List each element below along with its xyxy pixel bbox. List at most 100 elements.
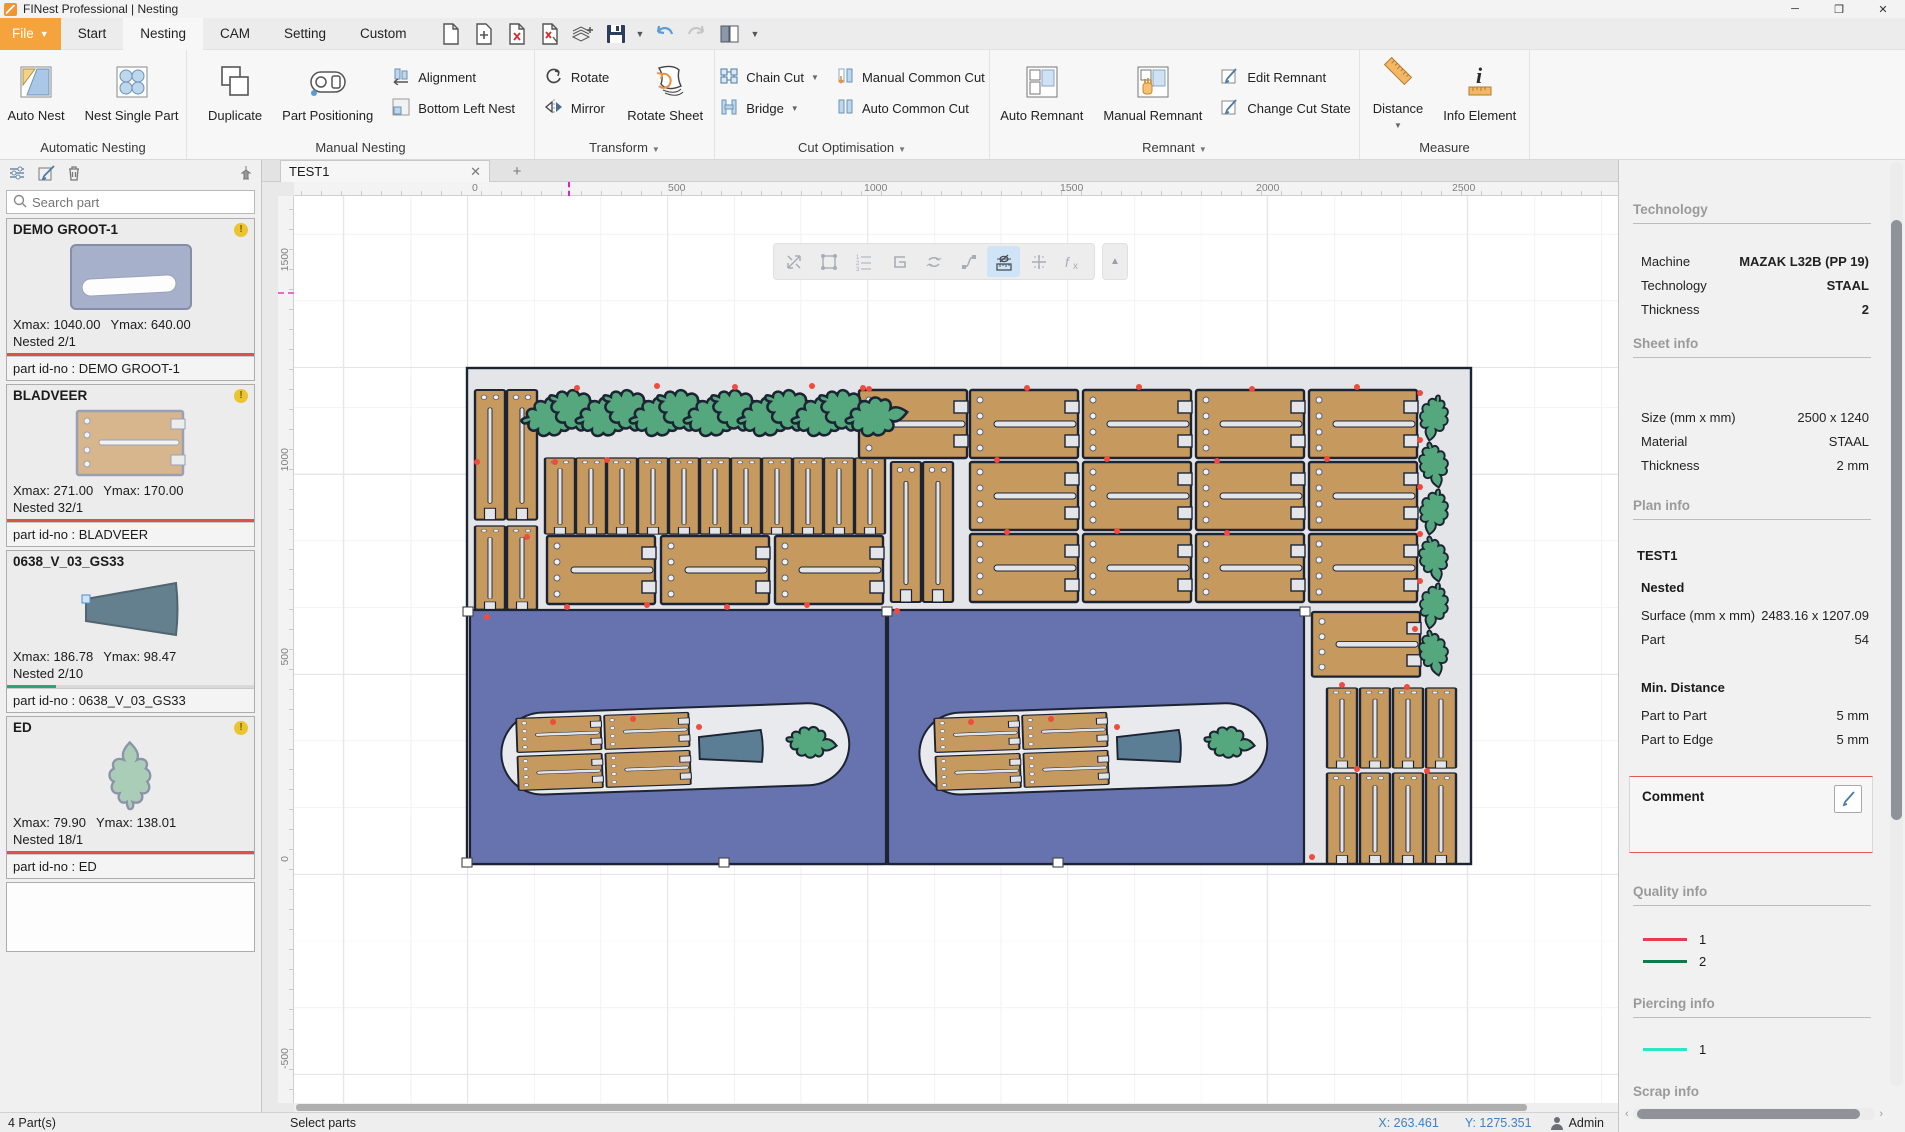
cut-sequence-icon[interactable]: 123 (848, 246, 881, 277)
chevron-down-icon[interactable]: ▼ (791, 104, 799, 113)
chevron-down-icon[interactable]: ▼ (898, 145, 906, 154)
document-tabbar: TEST1✕ + (262, 160, 1618, 182)
title-bar: FINest Professional | Nesting ─ ❒ ✕ (0, 0, 1905, 18)
mirror-button[interactable]: Mirror (544, 98, 609, 119)
window-layout-icon[interactable] (717, 21, 743, 47)
chevron-down-icon[interactable]: ▼ (1394, 121, 1402, 130)
file-menu-button[interactable]: File▼ (0, 18, 61, 50)
rotate-button[interactable]: Rotate (544, 67, 609, 88)
comment-box: Comment (1629, 776, 1873, 853)
tab-custom[interactable]: Custom (343, 18, 424, 50)
close-file-icon[interactable] (504, 21, 530, 47)
edit-comment-button[interactable] (1834, 785, 1862, 813)
chevron-down-icon[interactable]: ▼ (652, 145, 660, 154)
scroll-left-icon[interactable]: ‹ (1625, 1108, 1629, 1120)
manual-common-cut-button[interactable]: Manual Common Cut (835, 67, 985, 88)
part-id: part id-no : ED (7, 854, 254, 878)
mirror-icon (544, 98, 564, 119)
close-tab-icon[interactable]: ✕ (470, 164, 481, 180)
distance-button[interactable]: Distance ▼ (1365, 53, 1432, 134)
svg-text:f: f (1065, 254, 1071, 270)
part-nested: Nested 32/1 (7, 498, 254, 519)
part-nested: Nested 18/1 (7, 830, 254, 851)
contour-icon[interactable] (883, 246, 916, 277)
plan-name: TEST1 (1637, 548, 1677, 563)
chevron-down-icon[interactable]: ▼ (811, 73, 819, 82)
search-input[interactable] (32, 195, 248, 210)
auto-nest-button[interactable]: Auto Nest (0, 60, 73, 127)
new-file-icon[interactable] (438, 21, 464, 47)
group-manual-nesting: Duplicate Part Positioning Alignment Bot… (187, 50, 535, 159)
chain-cut-button[interactable]: Chain Cut▼ (719, 67, 819, 88)
nest-single-part-button[interactable]: Nest Single Part (77, 60, 187, 127)
tab-nesting[interactable]: Nesting (123, 18, 203, 50)
parts-count: 4 Part(s) (0, 1116, 262, 1130)
undo-icon[interactable] (651, 21, 677, 47)
redo-icon[interactable] (684, 21, 710, 47)
tab-setting[interactable]: Setting (267, 18, 343, 50)
window-title: FINest Professional | Nesting (23, 2, 178, 16)
edit-remnant-icon (1220, 67, 1240, 88)
tab-start[interactable]: Start (61, 18, 124, 50)
duplicate-button[interactable]: Duplicate (200, 60, 270, 127)
info-panel: Technology MachineMAZAK L32B (PP 19) Tec… (1618, 160, 1905, 1132)
canvas-horizontal-scrollbar[interactable] (294, 1103, 1618, 1112)
edit-part-icon[interactable] (38, 165, 56, 184)
fit-view-icon[interactable] (778, 246, 811, 277)
layout-dropdown-icon[interactable]: ▼ (750, 29, 759, 39)
import-sheets-icon[interactable] (570, 21, 596, 47)
info-element-button[interactable]: i Info Element (1435, 60, 1524, 127)
rotate-icon (544, 67, 564, 88)
tab-cam[interactable]: CAM (203, 18, 267, 50)
hide-measures-icon[interactable] (987, 246, 1020, 277)
close-all-files-icon[interactable] (537, 21, 563, 47)
pin-icon[interactable] (239, 165, 253, 184)
save-dropdown-icon[interactable]: ▼ (636, 29, 645, 39)
loop-icon[interactable] (918, 246, 951, 277)
close-button[interactable]: ✕ (1861, 0, 1905, 18)
part-card-bladveer[interactable]: BLADVEER! Xmax: 271.00Ymax: 170.00 Neste… (6, 384, 255, 547)
rotate-sheet-button[interactable]: Rotate Sheet (619, 60, 711, 127)
alignment-button[interactable]: Alignment (391, 67, 515, 88)
maximize-button[interactable]: ❒ (1817, 0, 1861, 18)
nest-single-part-icon (114, 64, 150, 103)
add-tab-button[interactable]: + (504, 162, 530, 180)
panel-vertical-scrollbar[interactable]: ⌃ ⌄ (1890, 162, 1903, 1086)
edit-remnant-button[interactable]: Edit Remnant (1220, 67, 1350, 88)
new-file-plus-icon[interactable] (471, 21, 497, 47)
part-dims: Xmax: 271.00Ymax: 170.00 (7, 480, 254, 498)
snap-grid-icon[interactable] (1022, 246, 1055, 277)
drawing-grid[interactable] (294, 196, 1618, 1103)
group-label: Automatic Nesting (0, 140, 186, 155)
part-card-ed[interactable]: ED! Xmax: 79.90Ymax: 138.01 Nested 18/1 … (6, 716, 255, 879)
bottom-left-nest-button[interactable]: Bottom Left Nest (391, 98, 515, 119)
formula-icon[interactable]: fx (1057, 246, 1090, 277)
auto-common-cut-button[interactable]: Auto Common Cut (835, 98, 985, 119)
scroll-right-icon[interactable]: › (1879, 1108, 1883, 1120)
duplicate-icon (217, 64, 253, 103)
filter-settings-icon[interactable] (8, 165, 28, 184)
manual-remnant-button[interactable]: Manual Remnant (1095, 60, 1210, 127)
bottom-left-nest-icon (391, 98, 411, 119)
part-positioning-button[interactable]: Part Positioning (274, 60, 381, 127)
collapse-toolbar-button[interactable]: ▲ (1102, 243, 1128, 280)
bridge-button[interactable]: Bridge▼ (719, 98, 819, 119)
tab-test1[interactable]: TEST1✕ (280, 160, 490, 182)
minimize-button[interactable]: ─ (1773, 0, 1817, 18)
part-card-demo-groot-1[interactable]: DEMO GROOT-1! Xmax: 1040.00Ymax: 640.00 … (6, 218, 255, 381)
change-cut-state-button[interactable]: Change Cut State (1220, 98, 1350, 119)
part-nested: Nested 2/10 (7, 664, 254, 685)
svg-text:x: x (1073, 261, 1078, 272)
delete-part-icon[interactable] (66, 165, 82, 184)
save-icon[interactable] (603, 21, 629, 47)
manual-common-cut-icon (835, 67, 855, 88)
auto-remnant-button[interactable]: Auto Remnant (992, 60, 1091, 127)
panel-horizontal-scrollbar[interactable]: ‹ › (1625, 1106, 1883, 1122)
lead-path-icon[interactable] (952, 246, 985, 277)
selection-frame-icon[interactable] (813, 246, 846, 277)
rotate-sheet-icon (645, 64, 685, 103)
status-bar: 4 Part(s) Select parts X: 263.461 Y: 127… (0, 1112, 1618, 1132)
part-card-0638[interactable]: 0638_V_03_GS33 Xmax: 186.78Ymax: 98.47 N… (6, 550, 255, 713)
nesting-canvas-area: TEST1✕ + 0 500 1000 1500 2000 2500 1500 … (262, 160, 1618, 1112)
chevron-down-icon[interactable]: ▼ (1199, 145, 1207, 154)
